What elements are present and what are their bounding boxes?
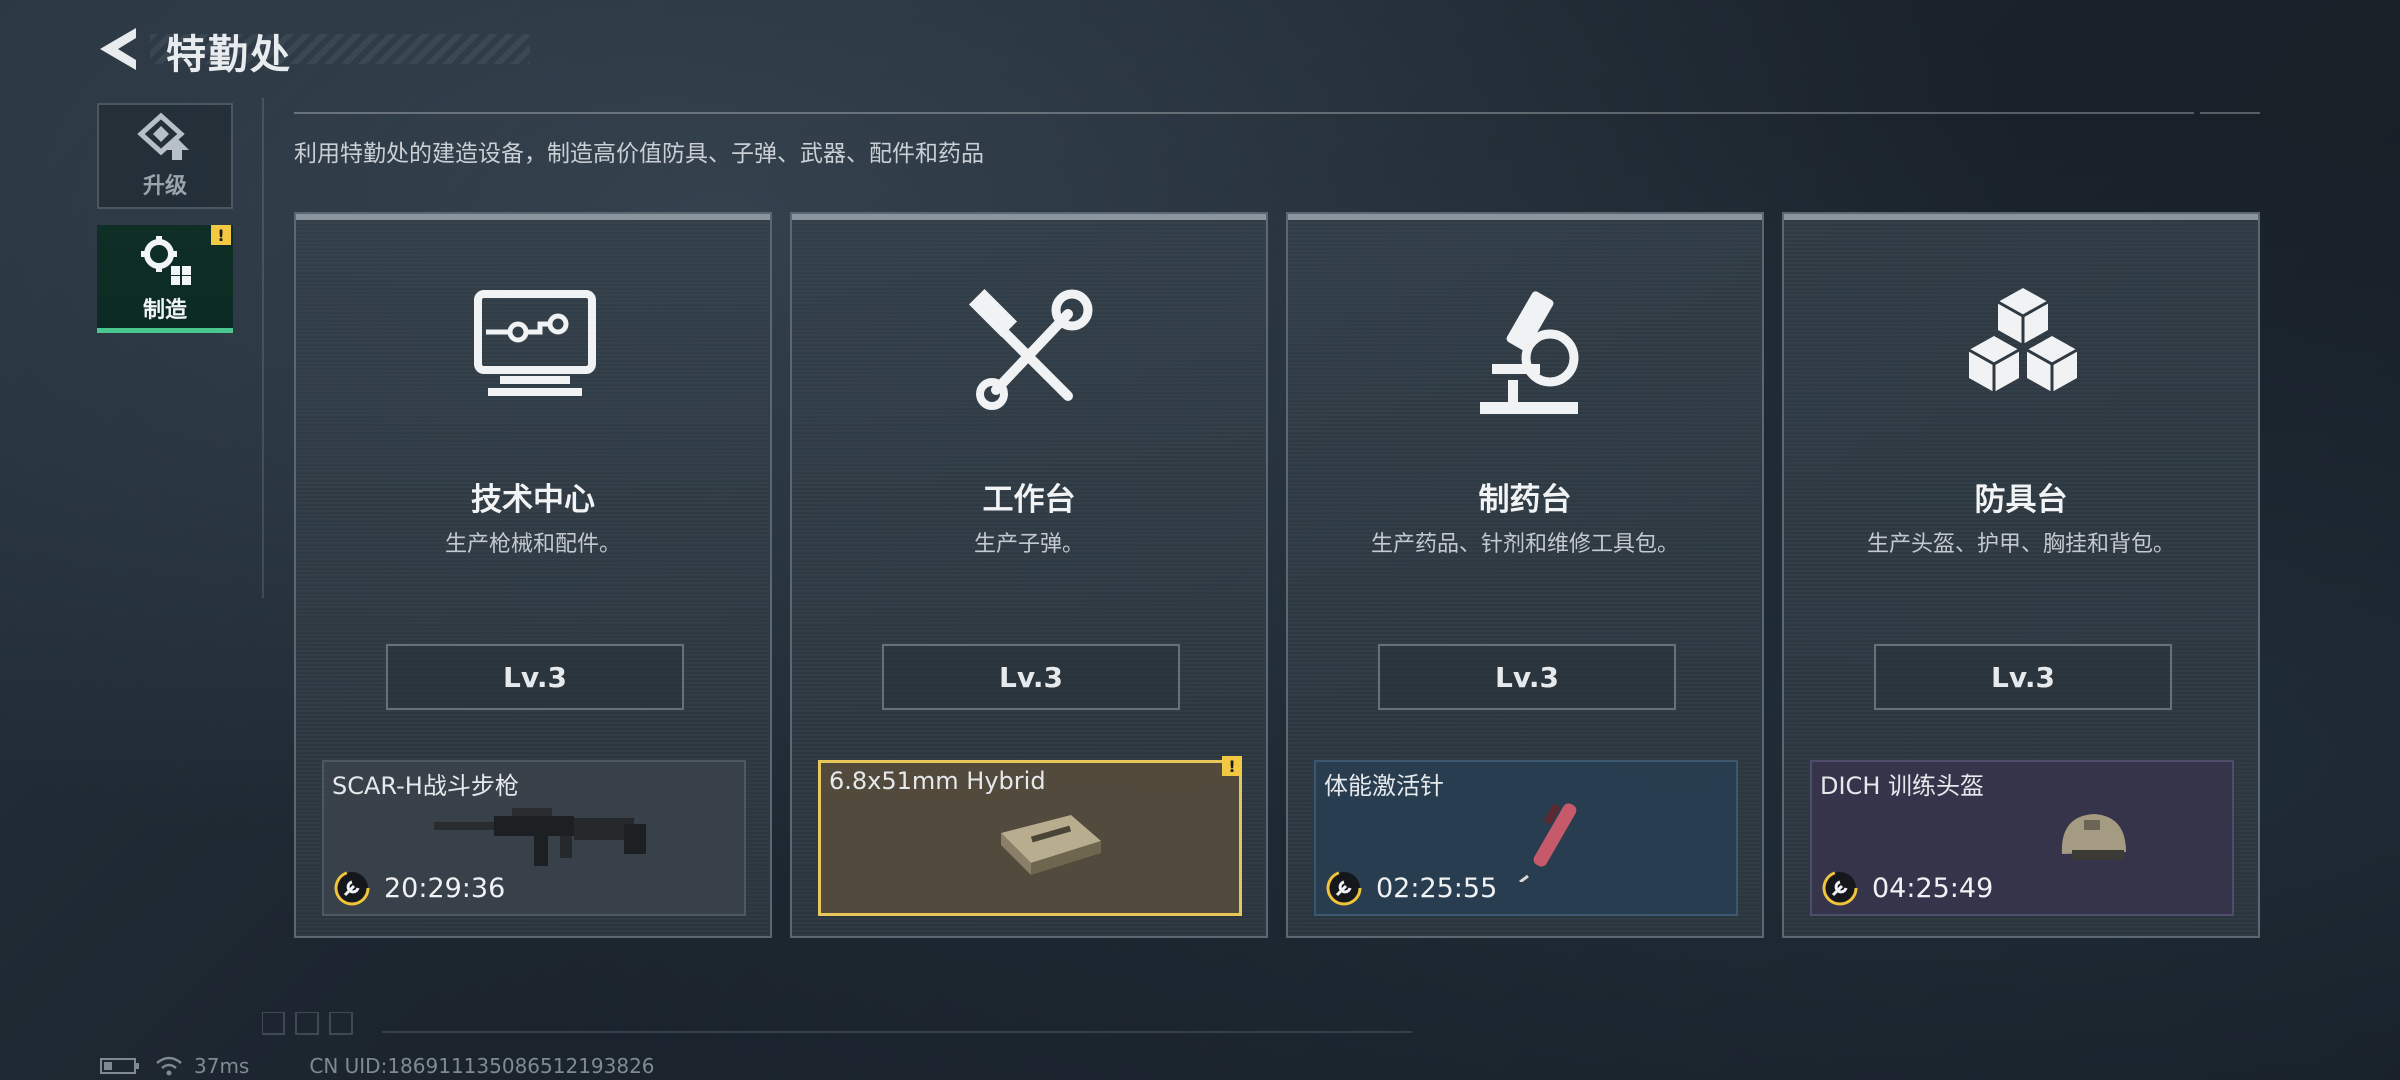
facility-description: 生产子弹。 [973, 532, 1084, 557]
syringe-image [1519, 803, 1577, 882]
card-cap [792, 214, 1266, 220]
back-button[interactable] [96, 24, 140, 74]
page-description: 利用特勤处的建造设备，制造高价值防具、子弹、武器、配件和药品 [294, 141, 984, 167]
divider [294, 112, 2194, 114]
facility-card-workbench[interactable]: 工作台 生产子弹。 Lv.3 6.8x51mm Hybrid ! [790, 212, 1268, 938]
production-item-slot[interactable]: DICH 训练头盔 04:25:49 [1810, 760, 2234, 916]
monitor-icon [474, 290, 596, 396]
gear-icon [141, 236, 191, 285]
production-timer: 02:25:55 [1326, 870, 1497, 906]
production-timer: 20:29:36 [334, 870, 505, 906]
level-indicator[interactable]: Lv.3 [1874, 644, 2172, 710]
status-bar: 37ms CN UID:186911135086512193826 [100, 1054, 655, 1078]
timer-text: 04:25:49 [1872, 872, 1994, 904]
level-indicator[interactable]: Lv.3 [882, 644, 1180, 710]
microscope-icon [1480, 291, 1579, 414]
battery-icon [100, 1058, 139, 1074]
timer-wrench-icon [1822, 870, 1858, 906]
facility-card-armor-bench[interactable]: 防具台 生产头盔、护甲、胸挂和背包。 Lv.3 DICH 训练头盔 04:25:… [1782, 212, 2260, 938]
ping-text: 37ms [194, 1054, 250, 1078]
ammo-box-image [1001, 815, 1101, 875]
card-cap [1288, 214, 1762, 220]
production-item-slot[interactable]: 6.8x51mm Hybrid [818, 760, 1242, 916]
helmet-image [2061, 814, 2126, 860]
facility-name: 制药台 [1478, 482, 1572, 518]
item-name: 6.8x51mm Hybrid [829, 767, 1046, 795]
production-timer: 04:25:49 [1822, 870, 1993, 906]
production-item-slot[interactable]: 体能激活针 02:25:55 [1314, 760, 1738, 916]
tab-upgrade-label: 升级 [142, 174, 187, 199]
wifi-icon [156, 1056, 182, 1076]
footer-decoration [262, 1012, 1412, 1035]
facility-name: 工作台 [982, 482, 1076, 518]
rifle-image [434, 808, 646, 866]
facility-description: 生产头盔、护甲、胸挂和背包。 [1866, 532, 2175, 557]
uid-text: CN UID:186911135086512193826 [309, 1054, 655, 1078]
facility-name: 技术中心 [471, 482, 595, 518]
facility-name: 防具台 [1974, 482, 2068, 518]
card-cap [1784, 214, 2258, 220]
page-title: 特勤处 [166, 32, 292, 78]
divider [262, 98, 264, 598]
level-indicator[interactable]: Lv.3 [1378, 644, 1676, 710]
hammer-wrench-icon [968, 288, 1093, 410]
facility-card-tech-center[interactable]: 技术中心 生产枪械和配件。 Lv.3 SCAR-H战斗步枪 20:29:36 [294, 212, 772, 938]
warning-badge: ! [211, 225, 231, 245]
timer-text: 02:25:55 [1376, 872, 1498, 904]
card-cap [296, 214, 770, 220]
timer-wrench-icon [334, 870, 370, 906]
tab-upgrade[interactable]: 升级 [97, 103, 233, 209]
facility-description: 生产药品、针剂和维修工具包。 [1370, 532, 1679, 557]
warning-badge: ! [1222, 756, 1242, 776]
active-tab-indicator [97, 328, 233, 333]
back-arrow-icon [100, 28, 136, 70]
timer-text: 20:29:36 [384, 872, 506, 904]
divider [2200, 112, 2260, 114]
facility-card-pharmacy[interactable]: 制药台 生产药品、针剂和维修工具包。 Lv.3 体能激活针 02:25:55 [1286, 212, 1764, 938]
production-item-slot[interactable]: SCAR-H战斗步枪 20:29:36 [322, 760, 746, 916]
blocks-icon [1968, 288, 2078, 392]
facility-description: 生产枪械和配件。 [444, 532, 621, 557]
tab-craft-label: 制造 [142, 298, 187, 323]
upgrade-icon [137, 112, 189, 160]
timer-wrench-icon [1326, 870, 1362, 906]
level-indicator[interactable]: Lv.3 [386, 644, 684, 710]
